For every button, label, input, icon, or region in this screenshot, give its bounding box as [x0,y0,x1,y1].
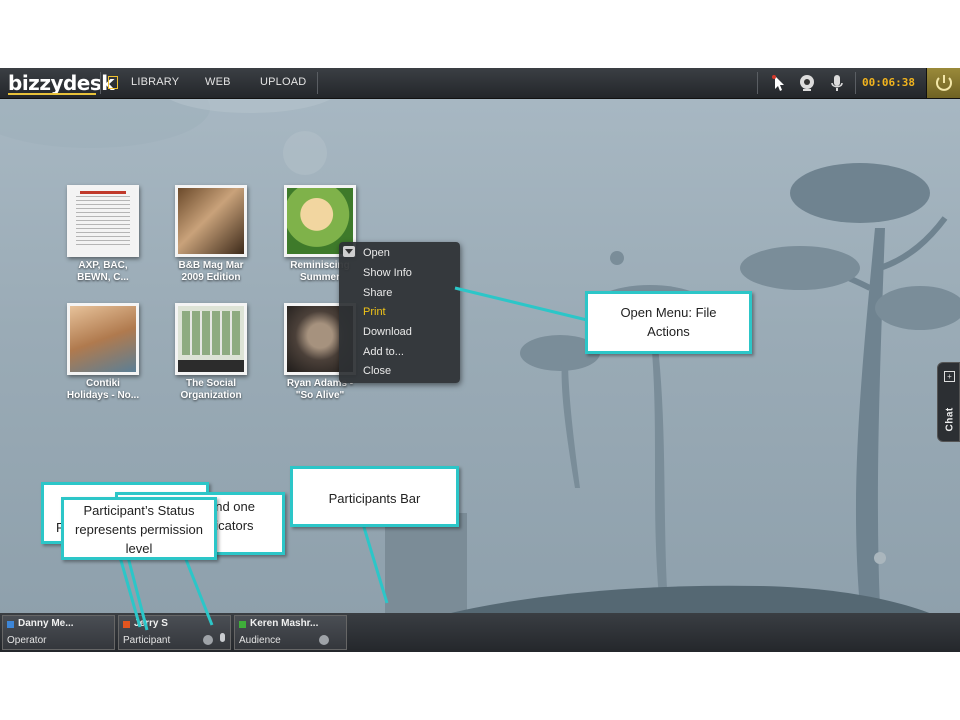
callout-text: Participants Bar [328,491,421,506]
nav-upload[interactable]: UPLOAD [260,76,306,88]
microphone-icon[interactable] [827,73,847,93]
bg-circle [283,131,327,175]
bizzydesk-logo: bizzydesk [8,71,115,95]
file-item[interactable]: AXP, BAC, BEWN, C... [53,185,153,284]
menu-dropdown-arrow-icon[interactable] [343,246,355,257]
menu-item-download[interactable]: Download [363,326,412,338]
status-indicator [239,621,246,628]
callout-text: Open Menu: File Actions [620,305,717,339]
file-name: The Social Organization [180,378,242,401]
menu-item-print[interactable]: Print [363,306,386,318]
file-item[interactable]: B&B Mag Mar 2009 Edition [161,185,261,284]
file-name: B&B Mag Mar 2009 Edition [178,260,244,283]
status-indicator [7,621,14,628]
participant-role: Audience [239,635,281,646]
new-document-icon[interactable] [108,76,118,89]
participant-card[interactable]: Jerry S Participant [118,615,231,650]
menu-item-add-to[interactable]: Add to... [363,346,404,358]
chat-label: Chat [944,407,956,432]
file-item[interactable]: Contiki Holidays - No... [53,303,153,402]
logo-underline [8,93,96,95]
power-icon [936,75,952,91]
file-thumbnail [67,185,139,257]
tree-trunk [650,328,668,608]
bizzydesk-app-window: bizzydesk LIBRARY WEB UPLOAD 00:06:38 AX… [0,68,960,652]
tree-branch [879,216,948,271]
tree-foliage [740,246,860,290]
file-thumbnail [67,303,139,375]
file-context-menu: Open Show Info Share Print Download Add … [339,242,460,383]
toolbar-divider [100,72,101,94]
session-timer: 00:06:38 [862,76,915,89]
callout-text: Participant’s Status represents permissi… [75,503,203,556]
document-title-strip [80,191,126,194]
webcam-icon [203,635,213,645]
bird-shape [610,251,624,265]
tree-trunk [561,358,580,488]
webcam-icon[interactable] [797,73,817,93]
webcam-icon [319,635,329,645]
callout-text: and one dicators [208,499,255,533]
tree-foliage [790,163,930,223]
pointer-icon[interactable] [769,73,789,93]
file-thumbnail [175,185,247,257]
menu-item-share[interactable]: Share [363,287,392,299]
participants-bar: Danny Me... Operator Jerry S Participant… [0,613,960,652]
document-lines-icon [76,196,130,246]
thumbnail-banner [178,360,244,372]
participant-role: Operator [7,635,47,646]
participant-role: Participant [123,635,171,646]
menu-item-open[interactable]: Open [363,247,390,259]
nav-library[interactable]: LIBRARY [131,76,179,88]
menu-item-close[interactable]: Close [363,365,391,377]
toolbar-divider [855,72,856,94]
participant-card[interactable]: Keren Mashr... Audience [234,615,347,650]
menu-item-show-info[interactable]: Show Info [363,267,412,279]
power-button[interactable] [926,68,960,98]
bird-shape [874,552,886,564]
thumbnail-grid [182,311,240,355]
microphone-icon [220,633,225,642]
callout-open-menu: Open Menu: File Actions [585,291,752,354]
participant-name: Jerry S [134,618,168,629]
house-shape [385,513,467,613]
file-thumbnail [175,303,247,375]
status-indicator [123,621,130,628]
nav-web[interactable]: WEB [205,76,231,88]
participant-name: Danny Me... [18,618,74,629]
toolbar-divider [757,72,758,94]
toolbar-divider [317,72,318,94]
callout-participants-bar: Participants Bar [290,466,459,527]
file-name: Contiki Holidays - No... [66,378,140,401]
callout-participant-status: Participant’s Status represents permissi… [61,497,217,560]
tree-foliage [875,286,960,330]
expand-plus-icon[interactable]: + [944,371,955,382]
file-name: AXP, BAC, BEWN, C... [77,260,129,283]
participant-name: Keren Mashr... [250,618,319,629]
chat-tab[interactable]: + Chat [937,362,960,442]
file-item[interactable]: The Social Organization [161,303,261,402]
participant-card[interactable]: Danny Me... Operator [2,615,115,650]
top-toolbar: bizzydesk LIBRARY WEB UPLOAD 00:06:38 [0,68,960,99]
